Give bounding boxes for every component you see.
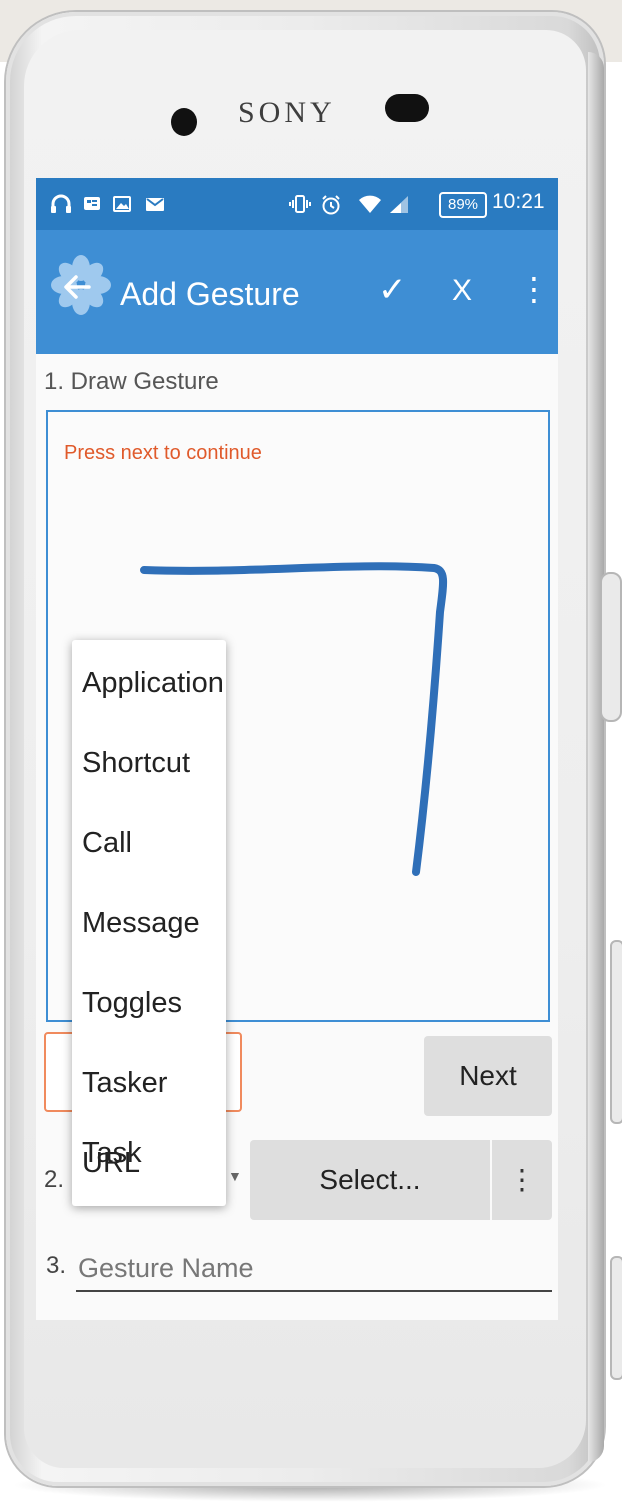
dropdown-arrow-icon[interactable]: ▼ xyxy=(228,1168,242,1184)
confirm-check-icon[interactable]: ✓ xyxy=(378,270,407,310)
name-step-number: 3. xyxy=(46,1252,67,1279)
headphones-icon xyxy=(50,194,72,214)
app-bar: Add Gesture ✓ X ⋮ xyxy=(36,230,558,354)
vibrate-icon xyxy=(288,194,312,214)
select-action-button[interactable]: Select... xyxy=(250,1140,490,1220)
menu-item-tasker-task[interactable]: Tasker Task xyxy=(72,1048,226,1169)
notification-icon xyxy=(82,194,102,214)
camera-side-button[interactable] xyxy=(600,572,622,722)
phone-right-edge xyxy=(588,52,604,1462)
page-title: Add Gesture xyxy=(120,276,300,312)
menu-item-toggles[interactable]: Toggles xyxy=(72,968,226,1038)
alarm-icon xyxy=(320,194,342,215)
power-side-button[interactable] xyxy=(610,1256,622,1380)
battery-level: 89% xyxy=(439,192,487,218)
menu-item-message[interactable]: Message xyxy=(72,888,226,958)
action-options-button[interactable]: ⋮ xyxy=(492,1140,552,1220)
cancel-close-icon[interactable]: X xyxy=(452,274,472,308)
volume-side-button[interactable] xyxy=(610,940,622,1124)
gesture-name-input[interactable] xyxy=(76,1246,552,1292)
overflow-menu-icon[interactable]: ⋮ xyxy=(518,270,550,308)
draw-gesture-label: 1. Draw Gesture xyxy=(44,368,219,395)
menu-item-application[interactable]: Application xyxy=(72,648,226,718)
next-button[interactable]: Next xyxy=(424,1036,552,1116)
status-bar: 89% 10:21 xyxy=(36,178,558,230)
back-arrow-icon[interactable] xyxy=(62,272,92,310)
device-brand: SONY xyxy=(238,96,336,129)
image-icon xyxy=(112,194,132,214)
menu-item-url[interactable]: URL xyxy=(72,1128,226,1198)
mail-icon xyxy=(144,194,166,214)
wifi-icon xyxy=(358,194,382,214)
front-camera-icon xyxy=(171,108,197,136)
clock-time: 10:21 xyxy=(492,190,545,213)
menu-item-call[interactable]: Call xyxy=(72,808,226,878)
earpiece-speaker-icon xyxy=(385,94,429,122)
action-type-menu: Application Shortcut Call Message Toggle… xyxy=(72,640,226,1206)
signal-icon xyxy=(388,194,410,214)
menu-item-shortcut[interactable]: Shortcut xyxy=(72,728,226,798)
action-step-number: 2. xyxy=(44,1166,65,1193)
